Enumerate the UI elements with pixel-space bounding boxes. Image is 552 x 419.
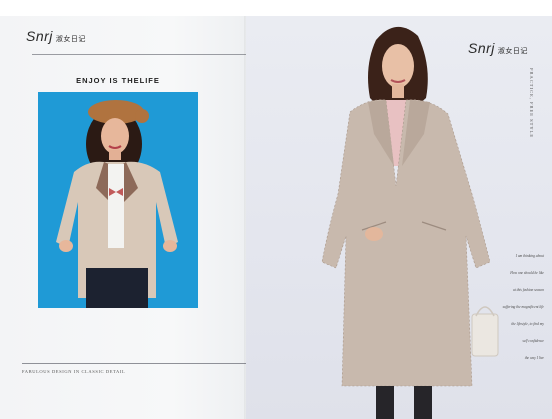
blurb-line: self confidence: [522, 339, 544, 343]
magazine-spread: Snrj 淑女日记 ENJOY IS THELIFE FABULOUS DESI…: [0, 0, 552, 419]
brand-logo-right: Snrj 淑女日记: [468, 40, 528, 56]
brand-logo-mark: Snrj: [26, 28, 53, 44]
right-page: Snrj 淑女日记 PRACTICE, FREE STYLE I am thin…: [246, 16, 552, 419]
blurb-line: the lifestyle, to find my: [511, 322, 544, 326]
brand-logo-chinese: 淑女日记: [55, 35, 86, 43]
blurb-line: at this fashion season: [512, 288, 544, 292]
brand-logo-mark-right: Snrj: [468, 40, 495, 56]
left-page: Snrj 淑女日记 ENJOY IS THELIFE FABULOUS DESI…: [0, 16, 246, 419]
bottom-divider-line: [22, 363, 246, 364]
model-photo-blue-backdrop: [38, 92, 198, 308]
model-illustration: [38, 92, 198, 308]
blurb-line: the way I live: [524, 356, 544, 360]
blurb-line: I am thinking about: [515, 254, 544, 258]
brand-logo-chinese-right: 淑女日记: [497, 47, 528, 55]
brand-logo-left: Snrj 淑女日记: [26, 28, 86, 44]
top-margin: [0, 0, 552, 16]
footer-caption: FABULOUS DESIGN IN CLASSIC DETAIL: [22, 369, 126, 374]
top-divider-line: [32, 54, 246, 55]
blurb-line: How one should be like: [510, 271, 544, 275]
blurb-line: suffering the magnificent life: [502, 305, 544, 309]
headline: ENJOY IS THELIFE: [76, 76, 160, 85]
vertical-tagline: PRACTICE, FREE STYLE: [529, 68, 534, 139]
right-page-blurb: I am thinking about How one should be li…: [498, 254, 544, 373]
